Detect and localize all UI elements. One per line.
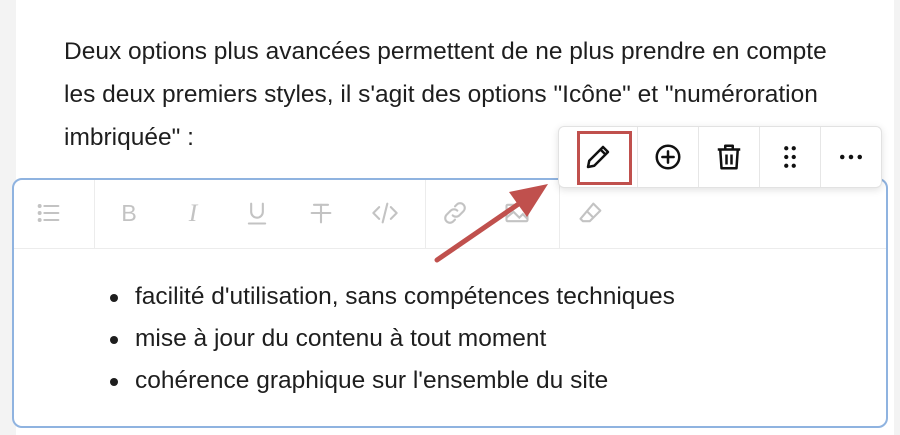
list-item: mise à jour du contenu à tout moment bbox=[110, 318, 675, 360]
block-toolbar bbox=[558, 126, 882, 188]
list-icon[interactable] bbox=[32, 196, 66, 230]
list-block-editor[interactable]: B I facilité d'utilisation, sans compéte… bbox=[12, 178, 888, 428]
format-toolbar: B I bbox=[14, 180, 886, 249]
image-icon[interactable] bbox=[500, 196, 534, 230]
code-icon[interactable] bbox=[368, 196, 402, 230]
more-icon bbox=[840, 154, 862, 160]
drag-handle[interactable] bbox=[760, 127, 820, 187]
delete-button[interactable] bbox=[699, 127, 759, 187]
italic-icon[interactable]: I bbox=[176, 196, 210, 230]
edit-button[interactable] bbox=[559, 127, 637, 187]
plus-circle-icon bbox=[655, 144, 681, 170]
svg-text:B: B bbox=[121, 200, 137, 226]
toolbar-separator bbox=[559, 180, 560, 248]
page: Deux options plus avancées permettent de… bbox=[12, 0, 894, 435]
bold-icon[interactable]: B bbox=[112, 196, 146, 230]
toolbar-separator bbox=[425, 180, 426, 248]
add-block-button[interactable] bbox=[638, 127, 698, 187]
svg-text:I: I bbox=[188, 199, 199, 227]
underline-icon[interactable] bbox=[240, 196, 274, 230]
strikethrough-icon[interactable] bbox=[304, 196, 338, 230]
more-options-button[interactable] bbox=[821, 127, 881, 187]
trash-icon bbox=[717, 144, 741, 170]
eraser-icon[interactable] bbox=[574, 196, 608, 230]
list-item: cohérence graphique sur l'ensemble du si… bbox=[110, 360, 675, 402]
toolbar-separator bbox=[94, 180, 95, 248]
bullet-list[interactable]: facilité d'utilisation, sans compétences… bbox=[110, 276, 675, 402]
list-item: facilité d'utilisation, sans compétences… bbox=[110, 276, 675, 318]
drag-handle-icon bbox=[784, 146, 796, 168]
link-icon[interactable] bbox=[438, 196, 472, 230]
pencil-icon bbox=[586, 145, 610, 169]
